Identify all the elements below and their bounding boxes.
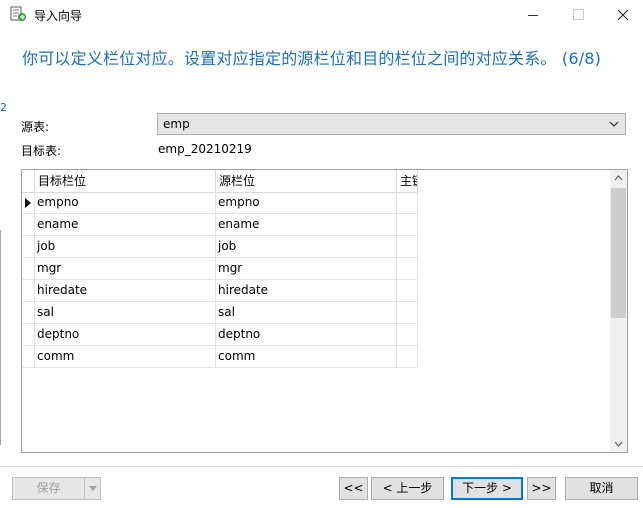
footer-divider [0, 466, 643, 467]
side-marker: 2 [0, 101, 7, 114]
next-step-button[interactable]: 下一步 > [451, 477, 523, 500]
target-table-label: 目标表: [21, 144, 62, 158]
row-selector[interactable] [22, 192, 35, 213]
primary-key-cell[interactable] [397, 280, 418, 301]
target-field-cell[interactable]: comm [35, 346, 216, 367]
first-step-button[interactable]: << [339, 477, 368, 500]
column-header-primary-key[interactable]: 主键 [397, 170, 418, 192]
scroll-up-icon[interactable] [610, 170, 627, 187]
target-field-cell[interactable]: mgr [35, 258, 216, 279]
row-header-corner [22, 170, 35, 192]
window-title: 导入向导 [34, 9, 83, 23]
last-step-button[interactable]: >> [527, 477, 556, 500]
column-header-target-field[interactable]: 目标栏位 [35, 170, 216, 192]
title-bar: 导入向导 [0, 0, 643, 30]
save-dropdown-button[interactable] [84, 477, 101, 500]
import-wizard-icon [10, 6, 26, 21]
target-field-cell[interactable]: job [35, 236, 216, 257]
table-row[interactable]: hiredate hiredate [22, 280, 418, 302]
table-row[interactable]: comm comm [22, 346, 418, 368]
table-row[interactable]: sal sal [22, 302, 418, 324]
source-field-cell[interactable]: hiredate [216, 280, 397, 301]
primary-key-cell[interactable] [397, 346, 418, 367]
row-selector[interactable] [22, 236, 35, 257]
source-field-cell[interactable]: comm [216, 346, 397, 367]
row-selector[interactable] [22, 258, 35, 279]
source-table-label: 源表: [21, 120, 50, 134]
target-field-cell[interactable]: ename [35, 214, 216, 235]
grid-rows: empno empno ename ename job job mgr mgr … [22, 192, 418, 368]
scroll-thumb[interactable] [611, 188, 626, 318]
chevron-down-icon [609, 116, 619, 135]
table-row[interactable]: ename ename [22, 214, 418, 236]
field-mapping-grid[interactable]: 目标栏位 源栏位 主键 empno empno ename ename job … [21, 169, 628, 453]
source-field-cell[interactable]: sal [216, 302, 397, 323]
row-selector[interactable] [22, 346, 35, 367]
grid-header: 目标栏位 源栏位 主键 [22, 170, 418, 193]
table-row[interactable]: empno empno [22, 192, 418, 214]
source-field-cell[interactable]: mgr [216, 258, 397, 279]
source-field-cell[interactable]: empno [216, 192, 397, 213]
primary-key-cell[interactable] [397, 236, 418, 257]
source-table-select[interactable]: emp [157, 113, 626, 135]
minimize-button[interactable] [510, 0, 556, 30]
scroll-down-icon[interactable] [610, 435, 627, 452]
table-row[interactable]: mgr mgr [22, 258, 418, 280]
cancel-button[interactable]: 取消 [565, 477, 638, 500]
close-button[interactable] [602, 0, 643, 30]
close-icon [617, 9, 629, 21]
step-heading: 你可以定义栏位对应。设置对应指定的源栏位和目的栏位之间的对应关系。 (6/8) [22, 49, 602, 68]
target-field-cell[interactable]: sal [35, 302, 216, 323]
target-field-cell[interactable]: hiredate [35, 280, 216, 301]
row-selector[interactable] [22, 214, 35, 235]
maximize-button[interactable] [556, 0, 602, 30]
row-selector[interactable] [22, 302, 35, 323]
primary-key-cell[interactable] [397, 192, 418, 213]
table-row[interactable]: deptno deptno [22, 324, 418, 346]
save-button[interactable]: 保存 [12, 477, 85, 500]
primary-key-cell[interactable] [397, 302, 418, 323]
current-row-pointer-icon [25, 198, 31, 208]
target-field-cell[interactable]: empno [35, 192, 216, 213]
target-table-value: emp_20210219 [158, 142, 252, 156]
primary-key-cell[interactable] [397, 258, 418, 279]
primary-key-cell[interactable] [397, 324, 418, 345]
row-selector[interactable] [22, 324, 35, 345]
column-header-source-field[interactable]: 源栏位 [216, 170, 397, 192]
vertical-scrollbar[interactable] [610, 170, 627, 452]
source-table-value: emp [163, 117, 190, 131]
previous-step-button[interactable]: < 上一步 [371, 477, 444, 500]
source-field-cell[interactable]: ename [216, 214, 397, 235]
source-field-cell[interactable]: job [216, 236, 397, 257]
left-edge-line [0, 230, 1, 445]
target-field-cell[interactable]: deptno [35, 324, 216, 345]
primary-key-cell[interactable] [397, 214, 418, 235]
table-row[interactable]: job job [22, 236, 418, 258]
row-selector[interactable] [22, 280, 35, 301]
source-field-cell[interactable]: deptno [216, 324, 397, 345]
chevron-down-icon [88, 486, 97, 491]
